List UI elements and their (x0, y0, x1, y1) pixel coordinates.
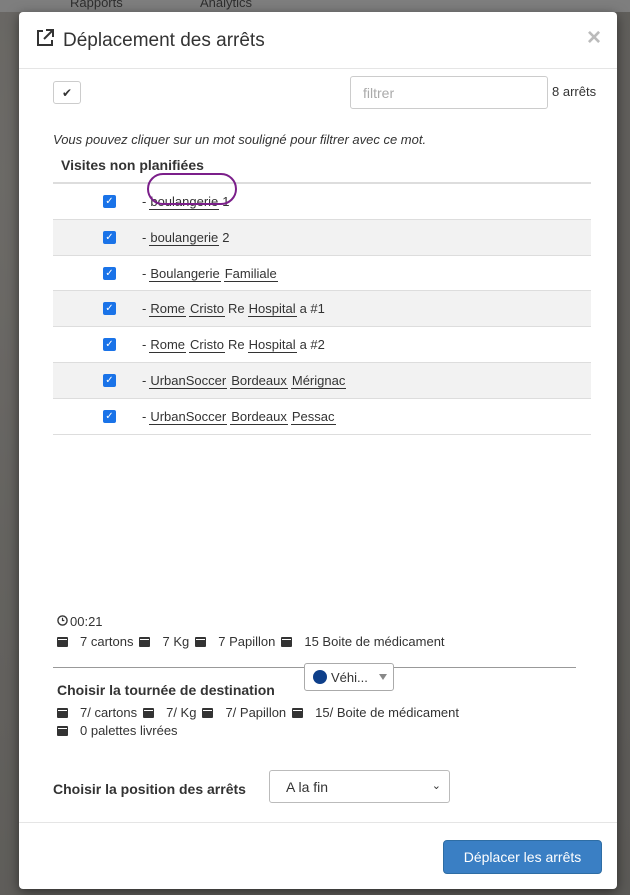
load-summary: 7 cartons 7 Kg 7 Papillon 15 Boite de mé… (57, 634, 445, 649)
filter-word-link[interactable]: Cristo (189, 301, 225, 318)
external-link-icon (35, 28, 55, 54)
modal-header: Déplacement des arrêts × (19, 12, 617, 69)
summary2-item: 7/ cartons (80, 705, 138, 720)
archive-icon (281, 636, 293, 647)
archive-icon (57, 725, 68, 736)
archive-icon (292, 707, 304, 718)
table-row: ✓ - UrbanSoccer Bordeaux Mérignac (53, 362, 591, 399)
filter-word-link[interactable]: Bordeaux (230, 408, 288, 425)
filter-hint: Vous pouvez cliquer sur un mot souligné … (53, 132, 427, 147)
row-label: - UrbanSoccer Bordeaux Mérignac (142, 372, 347, 389)
row-text: a #2 (299, 337, 325, 353)
position-label: Choisir la position des arrêts (53, 781, 246, 797)
row-text: a #1 (299, 301, 325, 317)
row-checkbox[interactable]: ✓ (103, 409, 116, 423)
row-checkbox[interactable]: ✓ (103, 338, 116, 352)
filter-word-link[interactable]: Familiale (223, 265, 278, 282)
table-row: ✓ - Rome Cristo Re Hospital a #2 (53, 327, 591, 363)
pallets-delivered: 0 palettes livrées (57, 723, 178, 738)
summary2-item: 15/ Boite de médicament (315, 705, 459, 720)
stops-table: ✓ - boulangerie 1 ✓ - boulangerie 2 ✓ - Boulangeri… (53, 182, 591, 435)
modal-footer: Déplacer les arrêts (19, 822, 617, 889)
modal-title-text: Déplacement des arrêts (63, 30, 265, 51)
select-all-button[interactable]: ✔ (53, 81, 81, 104)
table-row: ✓ - boulangerie 2 (53, 219, 591, 256)
table-row: ✓ - UrbanSoccer Bordeaux Pessac (53, 399, 591, 435)
summary2-item: 7/ Papillon (225, 705, 287, 720)
filter-word-link[interactable]: Bordeaux (230, 372, 288, 389)
summary-item: 7 Papillon (218, 634, 276, 649)
row-text: Re (227, 337, 245, 353)
summary-item: 7 Kg (162, 634, 190, 649)
row-checkbox[interactable]: ✓ (103, 230, 116, 244)
filter-word-link[interactable]: Rome (149, 337, 187, 354)
summary2-item: 7/ Kg (166, 705, 197, 720)
archive-icon (57, 636, 68, 647)
highlight-annotation (147, 173, 237, 205)
row-label: - Rome Cristo Re Hospital a #2 (142, 337, 325, 354)
row-label: - UrbanSoccer Bordeaux Pessac (142, 408, 336, 425)
filter-word-link[interactable]: Pessac (290, 408, 336, 425)
filter-word-link[interactable]: Rome (149, 301, 187, 318)
position-select-value: A la fin (286, 778, 329, 795)
vehicle-select[interactable]: Véhi... (304, 663, 394, 691)
row-label: - Boulangerie Familiale (142, 265, 278, 282)
row-checkbox[interactable]: ✓ (103, 195, 116, 208)
position-select[interactable]: A la fin ⌄ (269, 770, 450, 803)
duration: 00:21 (57, 614, 103, 629)
caret-down-icon (379, 674, 387, 680)
filter-word-link[interactable]: Boulangerie (149, 265, 221, 282)
move-stops-button[interactable]: Déplacer les arrêts (443, 840, 602, 874)
check-icon: ✔ (61, 85, 73, 100)
stops-count: 8 arrêts (552, 84, 597, 99)
row-checkbox[interactable]: ✓ (103, 266, 116, 280)
archive-icon (202, 707, 214, 718)
destination-label: Choisir la tournée de destination (57, 682, 275, 698)
row-text: Re (227, 301, 245, 317)
chevron-down-icon: ⌄ (431, 780, 441, 792)
destination-load-summary: 7/ cartons 7/ Kg 7/ Papillon 15/ Boite d… (57, 705, 459, 720)
filter-word-link[interactable]: Mérignac (290, 372, 347, 389)
vehicle-select-value: Véhi... (331, 669, 368, 685)
vehicle-color-dot (313, 670, 327, 684)
close-button[interactable]: × (587, 24, 601, 52)
archive-icon (143, 707, 155, 718)
summary-item: 7 cartons (80, 634, 134, 649)
filter-word-link[interactable]: UrbanSoccer (149, 408, 228, 425)
archive-icon (57, 707, 68, 718)
table-row: ✓ - boulangerie 1 (53, 184, 591, 220)
table-row: ✓ - Boulangerie Familiale (53, 256, 591, 292)
move-stops-modal: Déplacement des arrêts × ✔ 8 arrêts Vous… (19, 12, 617, 889)
clock-icon (57, 614, 68, 629)
filter-word-link[interactable]: UrbanSoccer (149, 372, 228, 389)
row-label: - boulangerie 2 (142, 229, 230, 246)
filter-input[interactable] (350, 76, 548, 109)
archive-icon (195, 636, 207, 647)
row-text: 2 (222, 229, 230, 245)
modal-title: Déplacement des arrêts (35, 28, 265, 54)
row-checkbox[interactable]: ✓ (103, 373, 116, 387)
pallets-text: 0 palettes livrées (80, 723, 178, 738)
filter-word-link[interactable]: Hospital (247, 301, 297, 318)
archive-icon (139, 636, 151, 647)
row-label: - Rome Cristo Re Hospital a #1 (142, 301, 325, 318)
row-checkbox[interactable]: ✓ (103, 302, 116, 316)
filter-word-link[interactable]: Cristo (189, 337, 225, 354)
filter-word-link[interactable]: boulangerie (149, 229, 220, 246)
summary-item: 15 Boite de médicament (304, 634, 445, 649)
filter-word-link[interactable]: Hospital (247, 337, 297, 354)
table-row: ✓ - Rome Cristo Re Hospital a #1 (53, 291, 591, 328)
duration-text: 00:21 (70, 614, 103, 629)
section-title: Visites non planifiées (61, 157, 204, 173)
